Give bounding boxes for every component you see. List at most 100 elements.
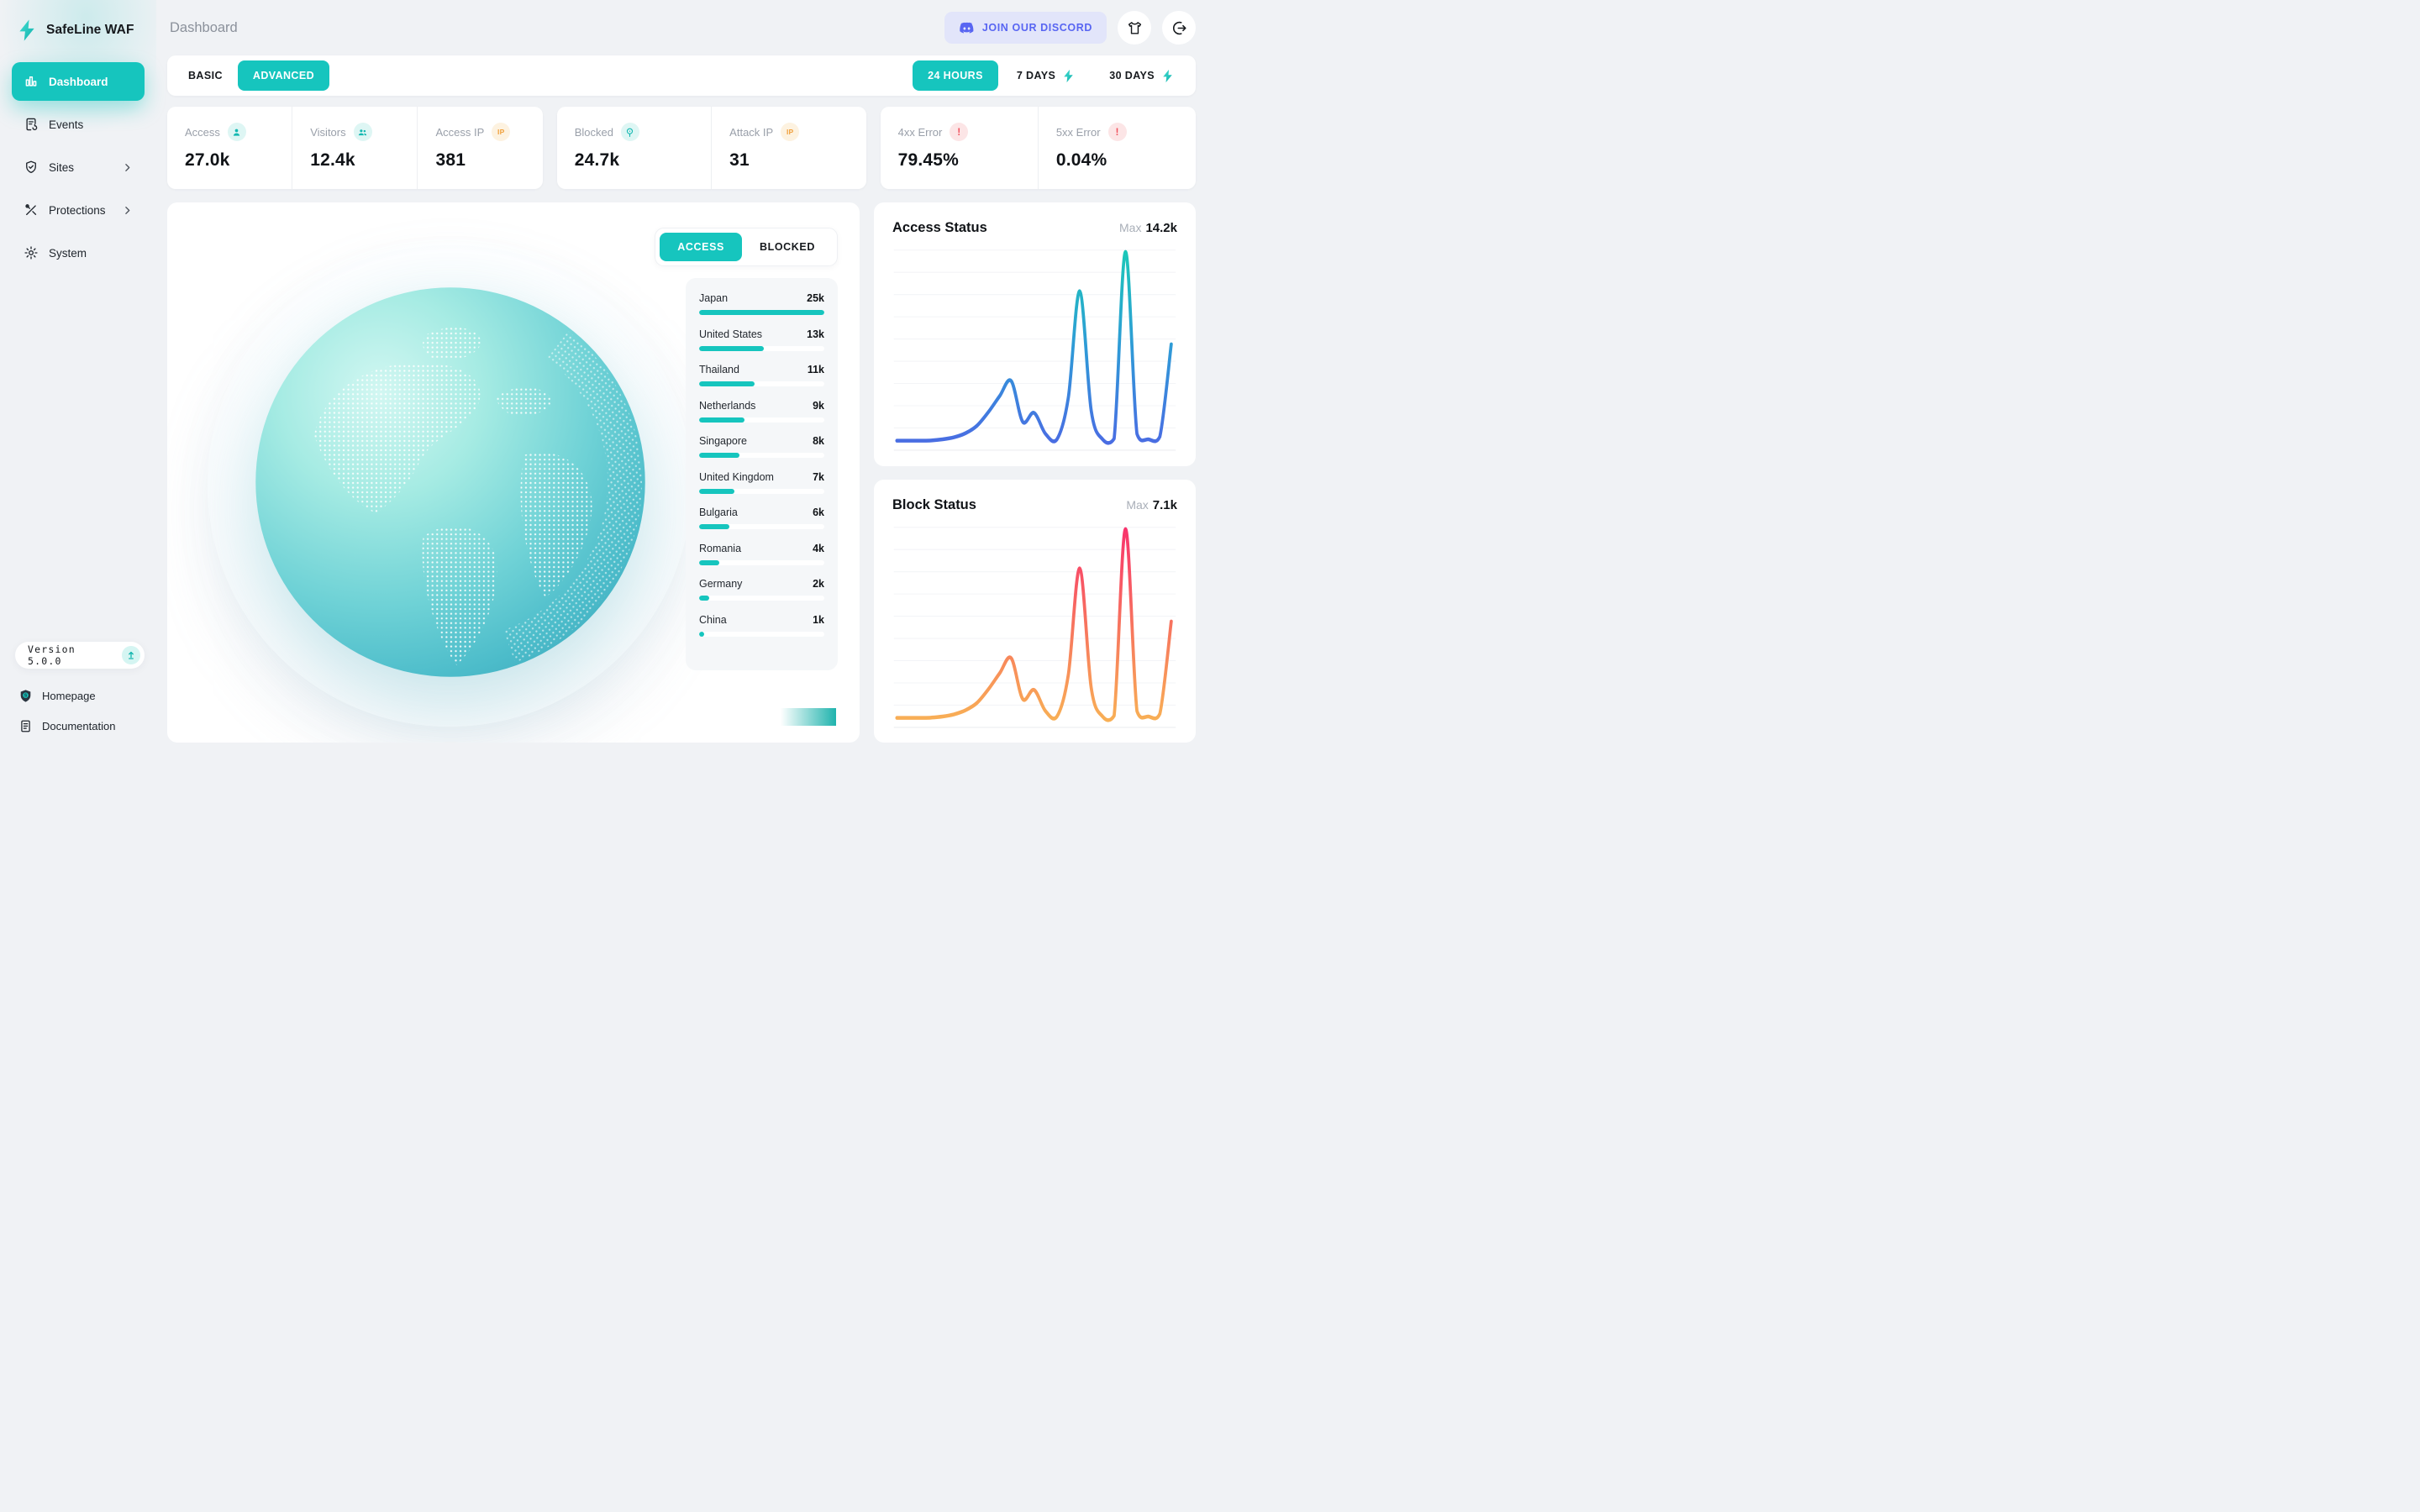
bar-chart-icon [24,74,39,89]
page-title: Dashboard [170,20,238,36]
shield-badge-icon: S [18,689,33,703]
sidebar-item-label: Sites [49,161,74,174]
sidebar-item-events[interactable]: Events [12,105,145,144]
users-icon [354,123,372,141]
stat-value: 31 [729,150,857,171]
stats-row: Access 27.0k Visitors 12.4k [167,107,1196,189]
country-row-netherlands: Netherlands9k [699,400,824,423]
country-bar [699,453,739,458]
stat-visitors: Visitors 12.4k [292,107,417,189]
sidebar-item-label: Protections [49,204,106,217]
content-row: ACCESS BLOCKED Japan25k United States13k… [167,202,1196,743]
chart-title: Block Status [892,497,976,513]
sidebar-item-label: Dashboard [49,76,108,88]
tab-basic[interactable]: BASIC [173,60,238,91]
sidebar-item-label: Events [49,118,83,131]
country-bar [699,346,764,351]
country-row-romania: Romania4k [699,543,824,565]
map-mode-toggle: ACCESS BLOCKED [655,228,838,266]
sidebar: SafeLine WAF Dashboard Events [0,0,156,756]
logout-button[interactable] [1162,11,1196,45]
country-row-bulgaria: Bulgaria6k [699,507,824,529]
attack-stats-card: Blocked 24.7k Attack IP IP 31 [557,107,866,189]
country-bar [699,524,729,529]
stat-access-ip: Access IP IP 381 [417,107,542,189]
stat-label: 5xx Error [1056,126,1101,139]
gear-icon [24,245,39,260]
join-discord-button[interactable]: JOIN OUR DISCORD [944,12,1107,44]
svg-text:S: S [24,693,28,698]
document-icon [18,719,33,733]
country-row-thailand: Thailand11k [699,364,824,386]
range-7-days[interactable]: 7 DAYS [1002,60,1091,91]
pro-lightning-icon [1061,69,1076,83]
homepage-link[interactable]: S Homepage [12,682,145,709]
tools-icon [24,202,39,218]
country-row-china: China1k [699,614,824,637]
map-color-legend [781,708,836,726]
pro-lightning-icon [1160,69,1175,83]
globe [248,280,653,685]
theme-button[interactable] [1118,11,1151,45]
country-row-germany: Germany2k [699,578,824,601]
country-row-singapore: Singapore8k [699,435,824,458]
documentation-link[interactable]: Documentation [12,712,145,739]
topbar: Dashboard JOIN OUR DISCORD [167,0,1196,55]
app-name: SafeLine WAF [46,23,134,38]
stat-access: Access 27.0k [167,107,292,189]
version-badge[interactable]: Version 5.0.0 [15,642,145,669]
chevron-right-icon [122,162,133,173]
stat-label: Access IP [435,126,484,139]
range-24-hours[interactable]: 24 HOURS [913,60,998,91]
sidebar-item-system[interactable]: System [12,234,145,272]
chart-max: Max14.2k [1119,221,1177,235]
country-bar [699,560,719,565]
document-refresh-icon [24,117,39,132]
dashboard-toolbar: BASIC ADVANCED 24 HOURS 7 DAYS 30 DAYS [167,55,1196,96]
stat-label: Attack IP [729,126,773,139]
tab-advanced[interactable]: ADVANCED [238,60,329,91]
stat-label: Visitors [310,126,345,139]
access-status-card: Access Status Max14.2k [874,202,1196,466]
stat-label: 4xx Error [898,126,943,139]
chart-title: Access Status [892,220,987,236]
version-label: Version 5.0.0 [28,643,114,667]
country-bar [699,632,704,637]
country-bar [699,381,755,386]
map-tab-access[interactable]: ACCESS [660,233,742,261]
error-stats-card: 4xx Error ! 79.45% 5xx Error ! 0.04% [881,107,1196,189]
stat-value: 0.04% [1056,150,1187,171]
charts-column: Access Status Max14.2k Block Status Max7… [874,202,1196,743]
country-bar [699,417,744,423]
chevron-right-icon [122,205,133,216]
map-tab-blocked[interactable]: BLOCKED [742,233,833,261]
stat-label: Access [185,126,220,139]
discord-icon [959,20,975,36]
stat-value: 381 [435,150,534,171]
topbar-actions: JOIN OUR DISCORD [944,11,1196,45]
country-bar [699,596,709,601]
access-status-chart [892,241,1177,458]
country-bar [699,310,824,315]
discord-label: JOIN OUR DISCORD [982,22,1092,34]
stat-value: 79.45% [898,150,1029,171]
stat-value: 12.4k [310,150,408,171]
stat-attack-ip: Attack IP IP 31 [711,107,865,189]
sidebar-item-protections[interactable]: Protections [12,191,145,229]
country-row-japan: Japan25k [699,292,824,315]
safeline-logo-icon [15,18,39,42]
exclamation-icon: ! [1108,123,1127,141]
time-range-group: 24 HOURS 7 DAYS 30 DAYS [913,60,1190,91]
main-area: Dashboard JOIN OUR DISCORD [156,0,1210,756]
range-30-days[interactable]: 30 DAYS [1094,60,1190,91]
sidebar-item-dashboard[interactable]: Dashboard [12,62,145,101]
documentation-label: Documentation [42,720,115,732]
chart-max: Max7.1k [1126,498,1177,512]
stat-value: 24.7k [575,150,702,171]
sidebar-footer: Version 5.0.0 S Homepage [12,642,145,739]
sidebar-item-sites[interactable]: Sites [12,148,145,186]
block-status-card: Block Status Max7.1k [874,480,1196,743]
beacon-icon [621,123,639,141]
stat-label: Blocked [575,126,613,139]
update-arrow-icon [122,646,140,664]
